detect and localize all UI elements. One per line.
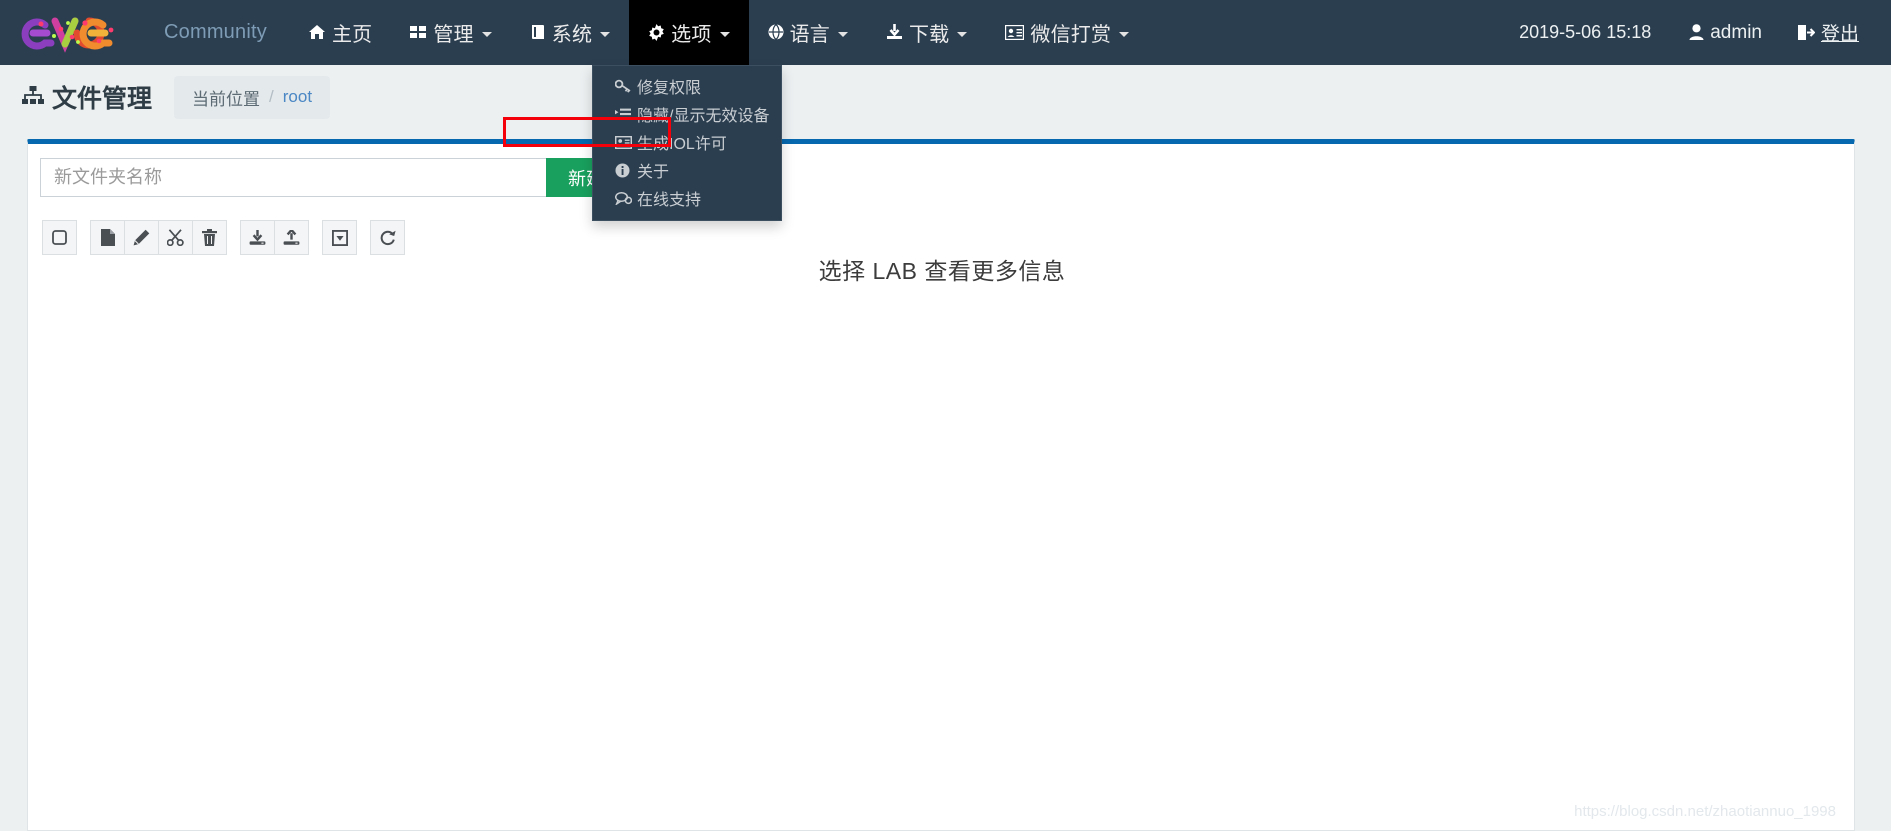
toolbar-group-collapse xyxy=(322,220,357,255)
globe-icon xyxy=(768,24,784,43)
toolbar-group-refresh xyxy=(370,220,405,255)
comments-icon xyxy=(615,191,637,205)
file-toolbar xyxy=(40,220,1842,255)
toolbar-group-transfer xyxy=(240,220,309,255)
nav-label-community: Community xyxy=(164,21,267,43)
pencil-icon xyxy=(133,229,150,246)
chevron-down-icon xyxy=(957,32,968,37)
chevron-down-icon xyxy=(600,32,611,37)
chevron-down-icon xyxy=(719,32,730,37)
logout-icon xyxy=(1797,24,1816,43)
nav-label-home: 主页 xyxy=(331,24,373,46)
menu-item-generate-iol-license[interactable]: 生成IOL许可 xyxy=(593,128,781,156)
gear-icon xyxy=(648,23,665,44)
nav-item-options[interactable]: 选项 xyxy=(629,0,749,65)
refresh-icon xyxy=(379,230,396,246)
download-tray-icon xyxy=(249,229,266,246)
delete-button[interactable] xyxy=(192,220,227,255)
navbar-username: admin xyxy=(1710,21,1762,43)
nav-label-download: 下载 xyxy=(908,24,950,46)
chevron-down-icon xyxy=(1119,32,1130,37)
info-icon xyxy=(615,163,637,178)
collapse-button[interactable] xyxy=(322,220,357,255)
menu-label: 生成IOL许可 xyxy=(637,136,727,153)
new-file-button[interactable] xyxy=(90,220,125,255)
page-title: 文件管理 xyxy=(22,79,152,115)
list-icon xyxy=(615,108,637,121)
home-icon xyxy=(308,24,326,43)
menu-label: 隐藏/显示无效设备 xyxy=(637,108,770,125)
breadcrumb-item-root[interactable]: root xyxy=(283,87,312,107)
menu-label: 修复权限 xyxy=(637,80,702,97)
card-icon xyxy=(1005,24,1025,43)
eve-ng-logo-icon xyxy=(21,17,114,53)
navbar-logout-label: 登出 xyxy=(1820,24,1859,45)
scissors-icon xyxy=(167,229,184,246)
grid-icon xyxy=(410,25,427,43)
chevron-down-icon xyxy=(837,32,848,37)
top-navbar: Community 主页 管理 系统 选项 语言 下载 微信打赏 2019-5-… xyxy=(0,0,1891,221)
trash-icon xyxy=(202,229,217,246)
chevron-down-icon xyxy=(481,32,492,37)
new-folder-name-input[interactable] xyxy=(40,158,546,197)
empty-state-hint: 选择 LAB 查看更多信息 xyxy=(818,258,1066,284)
key-icon xyxy=(615,79,637,93)
nav-label-wechat-reward: 微信打赏 xyxy=(1030,24,1112,46)
upload-tray-icon xyxy=(283,229,300,246)
nav-item-home[interactable]: 主页 xyxy=(289,0,391,65)
refresh-button[interactable] xyxy=(370,220,405,255)
watermark-text: https://blog.csdn.net/zhaotiannuo_1998 xyxy=(1574,803,1836,820)
toolbar-group-select xyxy=(42,220,77,255)
nav-label-management: 管理 xyxy=(433,24,474,46)
new-folder-row: 新建文件夹 xyxy=(40,158,680,197)
nav-item-management[interactable]: 管理 xyxy=(391,0,510,65)
nav-item-wechat-reward[interactable]: 微信打赏 xyxy=(986,0,1148,65)
sitemap-icon xyxy=(22,85,44,111)
menu-item-about[interactable]: 关于 xyxy=(593,156,781,184)
breadcrumb-separator: / xyxy=(269,87,274,106)
download-icon xyxy=(886,24,903,43)
nav-item-download[interactable]: 下载 xyxy=(867,0,986,65)
menu-item-toggle-invalid-devices[interactable]: 隐藏/显示无效设备 xyxy=(593,100,781,128)
panel-content: 新建文件夹 xyxy=(28,144,1854,284)
caret-square-down-icon xyxy=(331,229,348,246)
page-body: 新建文件夹 xyxy=(0,129,1891,831)
navbar-clock: 2019-5-06 15:18 xyxy=(1519,22,1652,42)
cut-button[interactable] xyxy=(158,220,193,255)
toolbar-group-edit xyxy=(90,220,227,255)
square-icon xyxy=(52,230,67,245)
nav-item-language[interactable]: 语言 xyxy=(749,0,867,65)
breadcrumb-label: 当前位置 xyxy=(192,89,261,109)
eve-ng-logo[interactable] xyxy=(0,0,142,65)
navbar-user[interactable]: admin xyxy=(1671,22,1780,44)
upload-button[interactable] xyxy=(274,220,309,255)
id-card-icon xyxy=(615,135,637,149)
navbar-logout[interactable]: 登出 xyxy=(1780,19,1877,46)
file-manager-panel: 新建文件夹 xyxy=(27,139,1855,831)
breadcrumb: 当前位置 / root xyxy=(174,75,331,119)
nav-label-system: 系统 xyxy=(551,24,593,46)
menu-label: 关于 xyxy=(637,164,670,181)
book-icon xyxy=(530,24,546,43)
nav-item-community[interactable]: Community xyxy=(142,0,289,65)
navbar-right-section: 2019-5-06 15:18 admin 登出 xyxy=(1499,0,1891,65)
menu-item-fix-permissions[interactable]: 修复权限 xyxy=(593,72,781,100)
download-button[interactable] xyxy=(240,220,275,255)
edit-button[interactable] xyxy=(124,220,159,255)
options-dropdown-menu: 修复权限 隐藏/显示无效设备 生成IOL许可 关于 在线支持 xyxy=(592,65,782,221)
nav-label-options: 选项 xyxy=(671,24,712,46)
file-icon xyxy=(100,229,115,246)
menu-item-online-support[interactable]: 在线支持 xyxy=(593,184,781,212)
user-icon xyxy=(1689,24,1704,43)
page-subheader: 文件管理 当前位置 / root xyxy=(0,65,1891,129)
nav-label-language: 语言 xyxy=(789,24,830,46)
select-all-checkbox-button[interactable] xyxy=(42,220,77,255)
menu-label: 在线支持 xyxy=(637,192,702,209)
page-title-text: 文件管理 xyxy=(52,85,153,113)
nav-item-system[interactable]: 系统 xyxy=(511,0,629,65)
